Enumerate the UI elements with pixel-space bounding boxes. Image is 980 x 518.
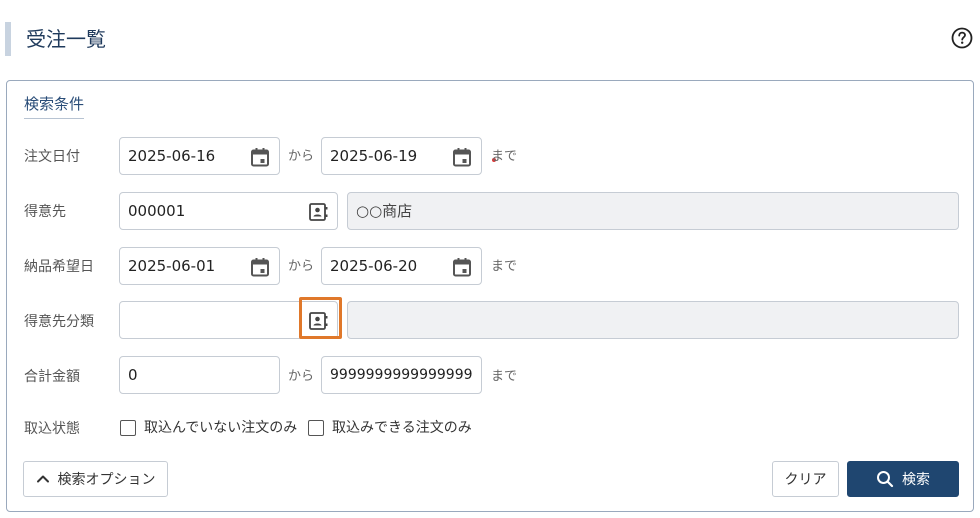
delivery-date-from-value: 2025-06-01 xyxy=(128,257,216,275)
total-amount-label: 合計金額 xyxy=(24,369,80,385)
customer-code-field[interactable]: 000001 xyxy=(119,192,338,230)
order-date-to-value: 2025-06-19 xyxy=(330,147,418,165)
customer-category-label: 得意先分類 xyxy=(24,314,94,330)
clear-label: クリア xyxy=(784,472,827,488)
highlight-box xyxy=(299,297,342,339)
customer-name-field: ○○商店 xyxy=(347,192,959,230)
title-accent-bar xyxy=(5,22,11,56)
total-amount-to-value: 9999999999999999 xyxy=(330,367,473,383)
delivery-date-suffix: まで xyxy=(491,259,518,274)
total-amount-range-sep: から xyxy=(288,369,315,384)
delivery-date-label: 納品希望日 xyxy=(24,259,94,275)
delivery-date-to-value: 2025-06-20 xyxy=(330,257,418,275)
search-options-label: 検索オプション xyxy=(57,472,156,488)
order-date-suffix: まで xyxy=(491,149,518,164)
search-button[interactable]: 検索 xyxy=(847,461,959,497)
calendar-icon[interactable] xyxy=(249,256,271,278)
contact-book-icon[interactable] xyxy=(307,201,329,223)
calendar-icon[interactable] xyxy=(451,256,473,278)
importable-label[interactable]: 取込みできる注文のみ xyxy=(332,419,472,437)
total-amount-from-value: 0 xyxy=(128,366,138,384)
not-imported-label[interactable]: 取込んでいない注文のみ xyxy=(144,419,297,437)
clear-button[interactable]: クリア xyxy=(772,461,839,497)
total-amount-to-field[interactable]: 9999999999999999 xyxy=(321,356,482,394)
chevron-up-icon xyxy=(36,475,49,483)
not-imported-checkbox[interactable] xyxy=(120,420,136,436)
help-icon[interactable] xyxy=(951,27,973,49)
total-amount-from-field[interactable]: 0 xyxy=(119,356,280,394)
order-date-to-field[interactable]: 2025-06-19 xyxy=(321,137,482,175)
page-title: 受注一覧 xyxy=(26,27,106,51)
order-date-from-value: 2025-06-16 xyxy=(128,147,216,165)
search-options-button[interactable]: 検索オプション xyxy=(23,461,168,497)
order-date-from-field[interactable]: 2025-06-16 xyxy=(119,137,280,175)
delivery-date-to-field[interactable]: 2025-06-20 xyxy=(321,247,482,285)
order-date-range-sep: から xyxy=(288,149,315,164)
customer-code-value: 000001 xyxy=(128,202,186,220)
search-label: 検索 xyxy=(902,472,930,488)
search-icon xyxy=(877,471,894,488)
customer-name-value: ○○商店 xyxy=(356,202,413,220)
page-header: 受注一覧 xyxy=(0,0,980,76)
order-date-label: 注文日付 xyxy=(24,149,80,165)
calendar-icon[interactable] xyxy=(249,146,271,168)
customer-category-name-field xyxy=(347,301,959,339)
delivery-date-range-sep: から xyxy=(288,259,315,274)
search-conditions-panel: 検索条件 注文日付 2025-06-16 から 2025-06-19 まで 得意… xyxy=(6,80,974,512)
importable-checkbox[interactable] xyxy=(308,420,324,436)
panel-title: 検索条件 xyxy=(24,94,85,119)
import-status-label: 取込状態 xyxy=(24,421,80,437)
total-amount-suffix: まで xyxy=(491,369,518,384)
calendar-icon[interactable] xyxy=(451,146,473,168)
customer-label: 得意先 xyxy=(24,204,66,220)
delivery-date-from-field[interactable]: 2025-06-01 xyxy=(119,247,280,285)
